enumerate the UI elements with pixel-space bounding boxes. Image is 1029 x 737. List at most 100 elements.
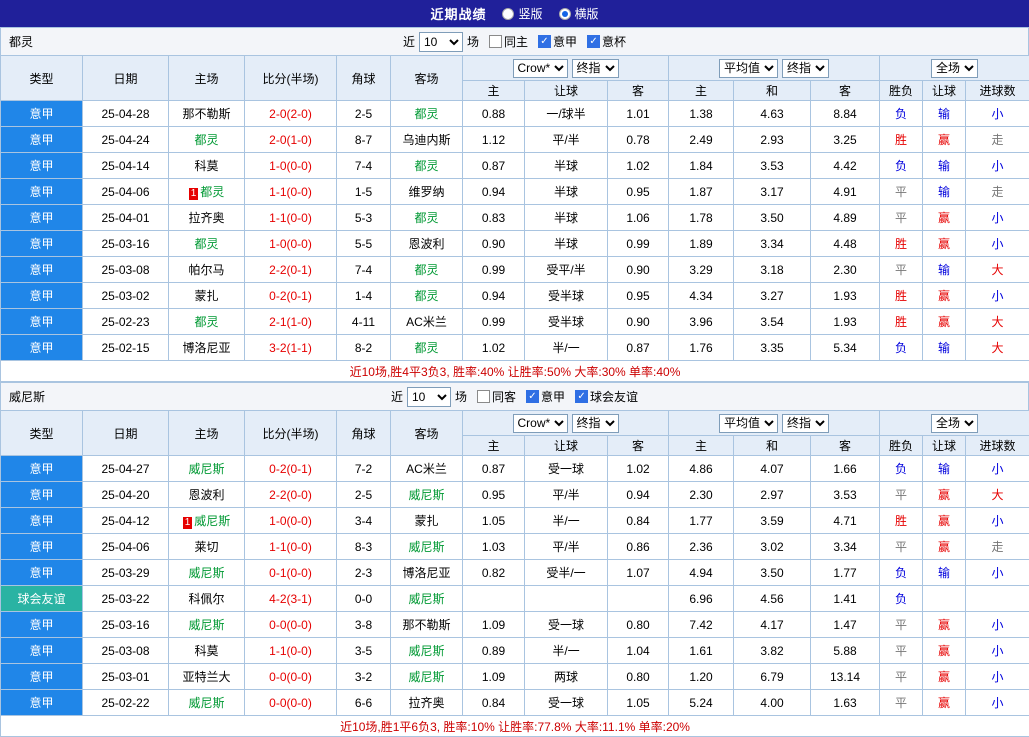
checkbox-label: 球会友谊 (590, 388, 638, 405)
checkbox-unchecked-icon[interactable] (489, 35, 502, 48)
odds-select-group: 平均值终指 (669, 411, 880, 436)
team-link[interactable]: 博洛尼亚 (402, 566, 450, 580)
checkbox-unchecked-icon[interactable] (477, 390, 490, 403)
column-header: 主场 (169, 411, 245, 456)
outcome-cell: 赢 (923, 283, 966, 309)
team-link[interactable]: 那不勒斯 (402, 618, 450, 632)
radio-horizontal-layout[interactable]: 横版 (559, 5, 599, 22)
average-odds-cell: 7.42 (669, 612, 734, 638)
team-link[interactable]: 那不勒斯 (182, 107, 230, 121)
team-link[interactable]: 威尼斯 (188, 696, 224, 710)
average-odds-cell: 1.20 (669, 664, 734, 690)
radio-unselected-icon[interactable] (502, 8, 514, 20)
team-link[interactable]: 科佩尔 (188, 592, 224, 606)
bookmaker-select[interactable]: Crow* (513, 414, 568, 433)
team-link[interactable]: 威尼斯 (188, 462, 224, 476)
outcome-cell: 小 (966, 231, 1029, 257)
team-link[interactable]: 都灵 (414, 289, 438, 303)
filter-checkbox-同客[interactable]: 同客 (477, 388, 516, 405)
average-index-select[interactable]: 终指 (782, 414, 829, 433)
team-link[interactable]: 威尼斯 (408, 644, 444, 658)
team-link[interactable]: 都灵 (414, 211, 438, 225)
team-link[interactable]: 都灵 (194, 237, 218, 251)
team-link[interactable]: AC米兰 (406, 315, 447, 329)
corners-cell: 6-6 (337, 690, 391, 716)
team-link[interactable]: 恩波利 (188, 488, 224, 502)
checkbox-checked-icon[interactable]: ✓ (587, 35, 600, 48)
team-link[interactable]: 蒙扎 (414, 514, 438, 528)
outcome-cell: 赢 (923, 534, 966, 560)
bookmaker-index-select[interactable]: 终指 (572, 414, 619, 433)
outcome-cell: 负 (880, 153, 923, 179)
team-link[interactable]: 维罗纳 (408, 185, 444, 199)
team-link[interactable]: 都灵 (414, 107, 438, 121)
team-link[interactable]: 都灵 (414, 341, 438, 355)
team-link[interactable]: 都灵 (194, 133, 218, 147)
team-link[interactable]: 拉齐奥 (408, 696, 444, 710)
team-link[interactable]: 帕尔马 (188, 263, 224, 277)
team-link[interactable]: 科莫 (194, 159, 218, 173)
team-link[interactable]: 科莫 (194, 644, 218, 658)
match-count-select[interactable]: 10 (419, 32, 463, 52)
team-link[interactable]: 都灵 (200, 185, 224, 199)
team-link[interactable]: 博洛尼亚 (182, 341, 230, 355)
team-link[interactable]: 威尼斯 (188, 566, 224, 580)
filter-checkbox-意甲[interactable]: ✓意甲 (538, 33, 577, 50)
average-odds-cell: 3.02 (734, 534, 811, 560)
outcome-cell: 平 (880, 205, 923, 231)
sub-column-header: 主 (463, 81, 525, 101)
bookmaker-select[interactable]: Crow* (513, 59, 568, 78)
team-link[interactable]: 莱切 (194, 540, 218, 554)
team-link[interactable]: 乌迪内斯 (402, 133, 450, 147)
team-link[interactable]: 威尼斯 (194, 514, 230, 528)
filter-checkbox-意杯[interactable]: ✓意杯 (587, 33, 626, 50)
average-odds-cell: 2.30 (811, 257, 880, 283)
match-row: 意甲25-03-01亚特兰大0-0(0-0)3-2威尼斯1.09两球0.801.… (1, 664, 1029, 690)
outcome-cell: 输 (923, 179, 966, 205)
column-header: 类型 (1, 411, 83, 456)
match-count-select[interactable]: 10 (407, 387, 451, 407)
checkbox-checked-icon[interactable]: ✓ (526, 390, 539, 403)
scope-select[interactable]: 全场 (931, 414, 978, 433)
filter-checkbox-意甲[interactable]: ✓意甲 (526, 388, 565, 405)
summary-row: 近10场,胜1平6负3, 胜率:10% 让胜率:77.8% 大率:11.1% 单… (1, 716, 1029, 737)
date-cell: 25-02-22 (83, 690, 169, 716)
team-link[interactable]: 亚特兰大 (182, 670, 230, 684)
bookmaker-index-select[interactable]: 终指 (572, 59, 619, 78)
team-link[interactable]: 拉齐奥 (188, 211, 224, 225)
average-odds-cell: 1.77 (669, 508, 734, 534)
average-odds-cell: 1.47 (811, 612, 880, 638)
team-link[interactable]: 都灵 (414, 159, 438, 173)
league-cell: 意甲 (1, 283, 83, 309)
column-header: 日期 (83, 411, 169, 456)
filter-checkbox-球会友谊[interactable]: ✓球会友谊 (575, 388, 638, 405)
radio-vertical-layout[interactable]: 竖版 (502, 5, 542, 22)
average-select[interactable]: 平均值 (719, 59, 778, 78)
games-label: 场 (455, 388, 467, 405)
odds-select-group: Crow*终指 (463, 411, 669, 436)
checkbox-checked-icon[interactable]: ✓ (575, 390, 588, 403)
team-link[interactable]: 都灵 (414, 263, 438, 277)
date-cell: 25-03-16 (83, 231, 169, 257)
team-link[interactable]: 威尼斯 (408, 670, 444, 684)
filter-checkbox-同主[interactable]: 同主 (489, 33, 528, 50)
checkbox-checked-icon[interactable]: ✓ (538, 35, 551, 48)
date-cell: 25-03-01 (83, 664, 169, 690)
team-link[interactable]: 威尼斯 (188, 618, 224, 632)
team-link[interactable]: 都灵 (194, 315, 218, 329)
scope-select[interactable]: 全场 (931, 59, 978, 78)
away-team-cell: 威尼斯 (391, 482, 463, 508)
average-odds-cell: 4.63 (734, 101, 811, 127)
team-link[interactable]: AC米兰 (406, 462, 447, 476)
home-team-cell: 亚特兰大 (169, 664, 245, 690)
radio-selected-icon[interactable] (559, 8, 571, 20)
team-link[interactable]: 威尼斯 (408, 592, 444, 606)
team-link[interactable]: 威尼斯 (408, 488, 444, 502)
average-index-select[interactable]: 终指 (782, 59, 829, 78)
date-cell: 25-04-06 (83, 179, 169, 205)
average-select[interactable]: 平均值 (719, 414, 778, 433)
team-link[interactable]: 威尼斯 (408, 540, 444, 554)
team-link[interactable]: 蒙扎 (194, 289, 218, 303)
red-card-badge: 1 (183, 517, 193, 529)
team-link[interactable]: 恩波利 (408, 237, 444, 251)
